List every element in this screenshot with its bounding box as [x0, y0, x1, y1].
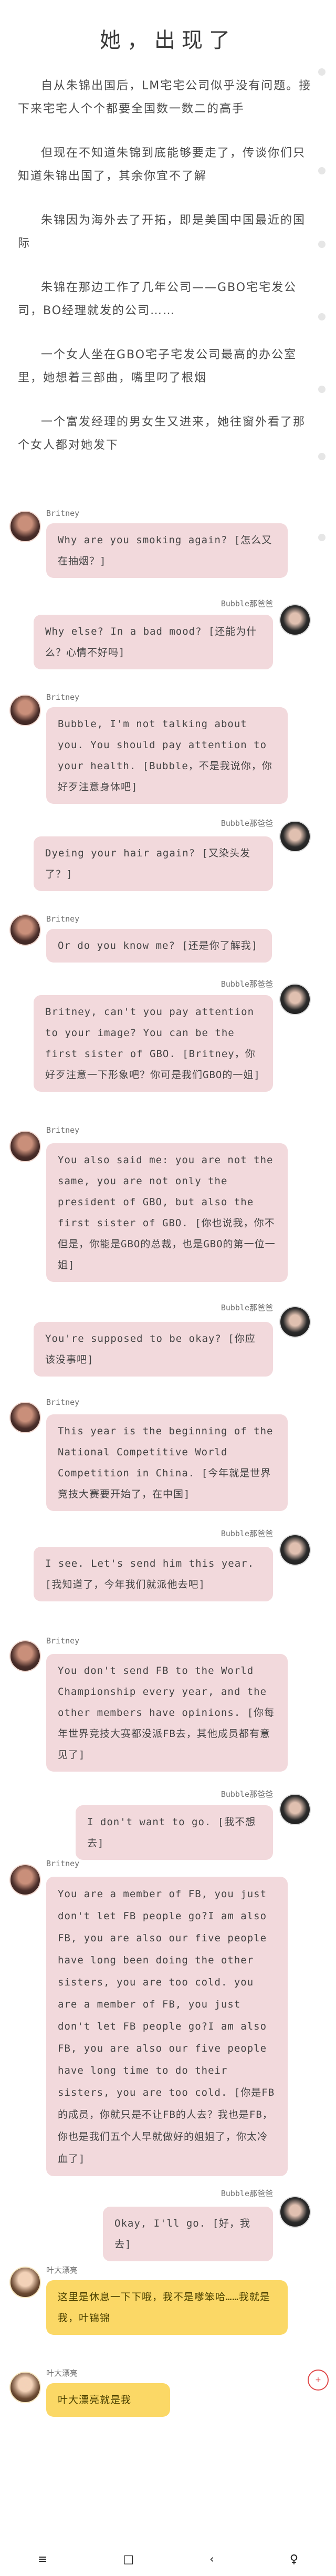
- message-bubble[interactable]: Okay, I'll go. [好，我去]: [103, 2207, 273, 2261]
- message-bubble[interactable]: You're supposed to be okay? [你应该没事吧]: [34, 1322, 273, 1377]
- avatar-bubble[interactable]: [279, 1534, 311, 1566]
- sender-name: Bubble那爸爸: [220, 979, 273, 989]
- message-bubble[interactable]: 叶大漂亮就是我: [46, 2383, 170, 2417]
- sender-name: Britney: [46, 692, 80, 702]
- chat-story-page: 她，出现了 自从朱锦出国后，LM宅宅公司似乎没有问题。接下来宅宅人个个都要全国数…: [0, 0, 336, 2576]
- intro-paragraph: 自从朱锦出国后，LM宅宅公司似乎没有问题。接下来宅宅人个个都要全国数一数二的高手: [18, 79, 312, 116]
- message-bubble[interactable]: This year is the beginning of the Nation…: [46, 1414, 288, 1511]
- system-nav-bar: ≡ □ ‹ ♀: [0, 2543, 336, 2576]
- sender-name: Bubble那爸爸: [220, 1789, 273, 1799]
- message-bubble[interactable]: You are a member of FB, you just don't l…: [46, 1877, 288, 2176]
- story-title: 她，出现了: [100, 28, 236, 53]
- side-dot: [318, 453, 326, 460]
- avatar-bubble[interactable]: [279, 821, 311, 852]
- back-icon[interactable]: ‹: [209, 2553, 214, 2566]
- intro-paragraph: 但现在不知道朱锦到底能够要走了，传谈你们只知道朱锦出国了，其余你宜不了解: [18, 147, 306, 183]
- sender-name: Bubble那爸爸: [220, 1303, 273, 1312]
- home-icon[interactable]: □: [123, 2553, 134, 2566]
- message-bubble[interactable]: 这里是休息一下下哦，我不是嗲笨哈……我就是我，叶锦锦: [46, 2280, 288, 2335]
- side-dot: [318, 167, 326, 174]
- sender-name: Britney: [46, 1859, 80, 1868]
- side-dot: [318, 241, 326, 248]
- side-dot: [318, 386, 326, 393]
- intro-paragraph: 一个富发经理的男女生又进来，她往窗外看了那个女人都对她发下: [18, 416, 306, 452]
- avatar-bubble[interactable]: [279, 604, 311, 636]
- message-bubble[interactable]: Why else? In a bad mood? [还能为什么？心情不好吗]: [34, 615, 273, 669]
- avatar-ye[interactable]: [9, 2372, 41, 2403]
- avatar-britney[interactable]: [9, 511, 41, 542]
- message-bubble[interactable]: I don't want to go. [我不想去]: [76, 1805, 273, 1860]
- side-dot: [318, 68, 326, 76]
- sender-name: 叶大漂亮: [46, 2265, 78, 2275]
- sender-name: Bubble那爸爸: [220, 599, 273, 608]
- person-icon[interactable]: ♀: [290, 2553, 298, 2566]
- avatar-bubble[interactable]: [279, 984, 311, 1015]
- avatar-britney[interactable]: [9, 1402, 41, 1433]
- sender-name: Bubble那爸爸: [220, 2189, 273, 2198]
- avatar-britney[interactable]: [9, 695, 41, 726]
- intro-paragraph: 朱锦在那边工作了几年公司——GBO宅宅发公司，BO经理就发的公司……: [18, 281, 297, 317]
- sender-name: Bubble那爸爸: [220, 1529, 273, 1538]
- avatar-britney[interactable]: [9, 1640, 41, 1672]
- message-bubble[interactable]: I see. Let's send him this year. [我知道了，今…: [34, 1547, 273, 1601]
- message-bubble[interactable]: Or do you know me? [还是你了解我]: [46, 929, 272, 963]
- floating-add-button[interactable]: +: [308, 2370, 329, 2391]
- message-bubble[interactable]: Dyeing your hair again? [又染头发了？]: [34, 836, 273, 891]
- sender-name: Britney: [46, 914, 80, 924]
- message-bubble[interactable]: Britney, can't you pay attention to your…: [34, 995, 273, 1092]
- sender-name: 叶大漂亮: [46, 2368, 78, 2378]
- sender-name: Britney: [46, 1636, 80, 1646]
- avatar-britney[interactable]: [9, 1131, 41, 1162]
- message-bubble[interactable]: Why are you smoking again? [怎么又在抽烟？]: [46, 523, 288, 578]
- sender-name: Britney: [46, 1125, 80, 1135]
- side-dot: [318, 313, 326, 320]
- avatar-britney[interactable]: [9, 1864, 41, 1896]
- menu-icon[interactable]: ≡: [38, 2553, 47, 2566]
- avatar-bubble[interactable]: [279, 1306, 311, 1338]
- intro-paragraph: 朱锦因为海外去了开拓，即是美国中国最近的国际: [18, 214, 306, 250]
- sender-name: Britney: [46, 509, 80, 518]
- side-dot: [318, 534, 326, 541]
- story-intro: 自从朱锦出国后，LM宅宅公司似乎没有问题。接下来宅宅人个个都要全国数一数二的高手…: [0, 60, 336, 457]
- avatar-britney[interactable]: [9, 914, 41, 946]
- sender-name: Bubble那爸爸: [220, 819, 273, 828]
- intro-paragraph: 一个女人坐在GBO宅子宅发公司最高的办公室里，她想着三部曲，嘴里叼了根烟: [18, 348, 297, 385]
- avatar-bubble[interactable]: [279, 1794, 311, 1825]
- sender-name: Britney: [46, 1398, 80, 1407]
- message-bubble[interactable]: You also said me: you are not the same, …: [46, 1143, 288, 1282]
- avatar-ye[interactable]: [9, 2267, 41, 2298]
- message-bubble[interactable]: Bubble, I'm not talking about you. You s…: [46, 707, 288, 804]
- message-bubble[interactable]: You don't send FB to the World Champions…: [46, 1654, 288, 1772]
- avatar-bubble[interactable]: [279, 2196, 311, 2228]
